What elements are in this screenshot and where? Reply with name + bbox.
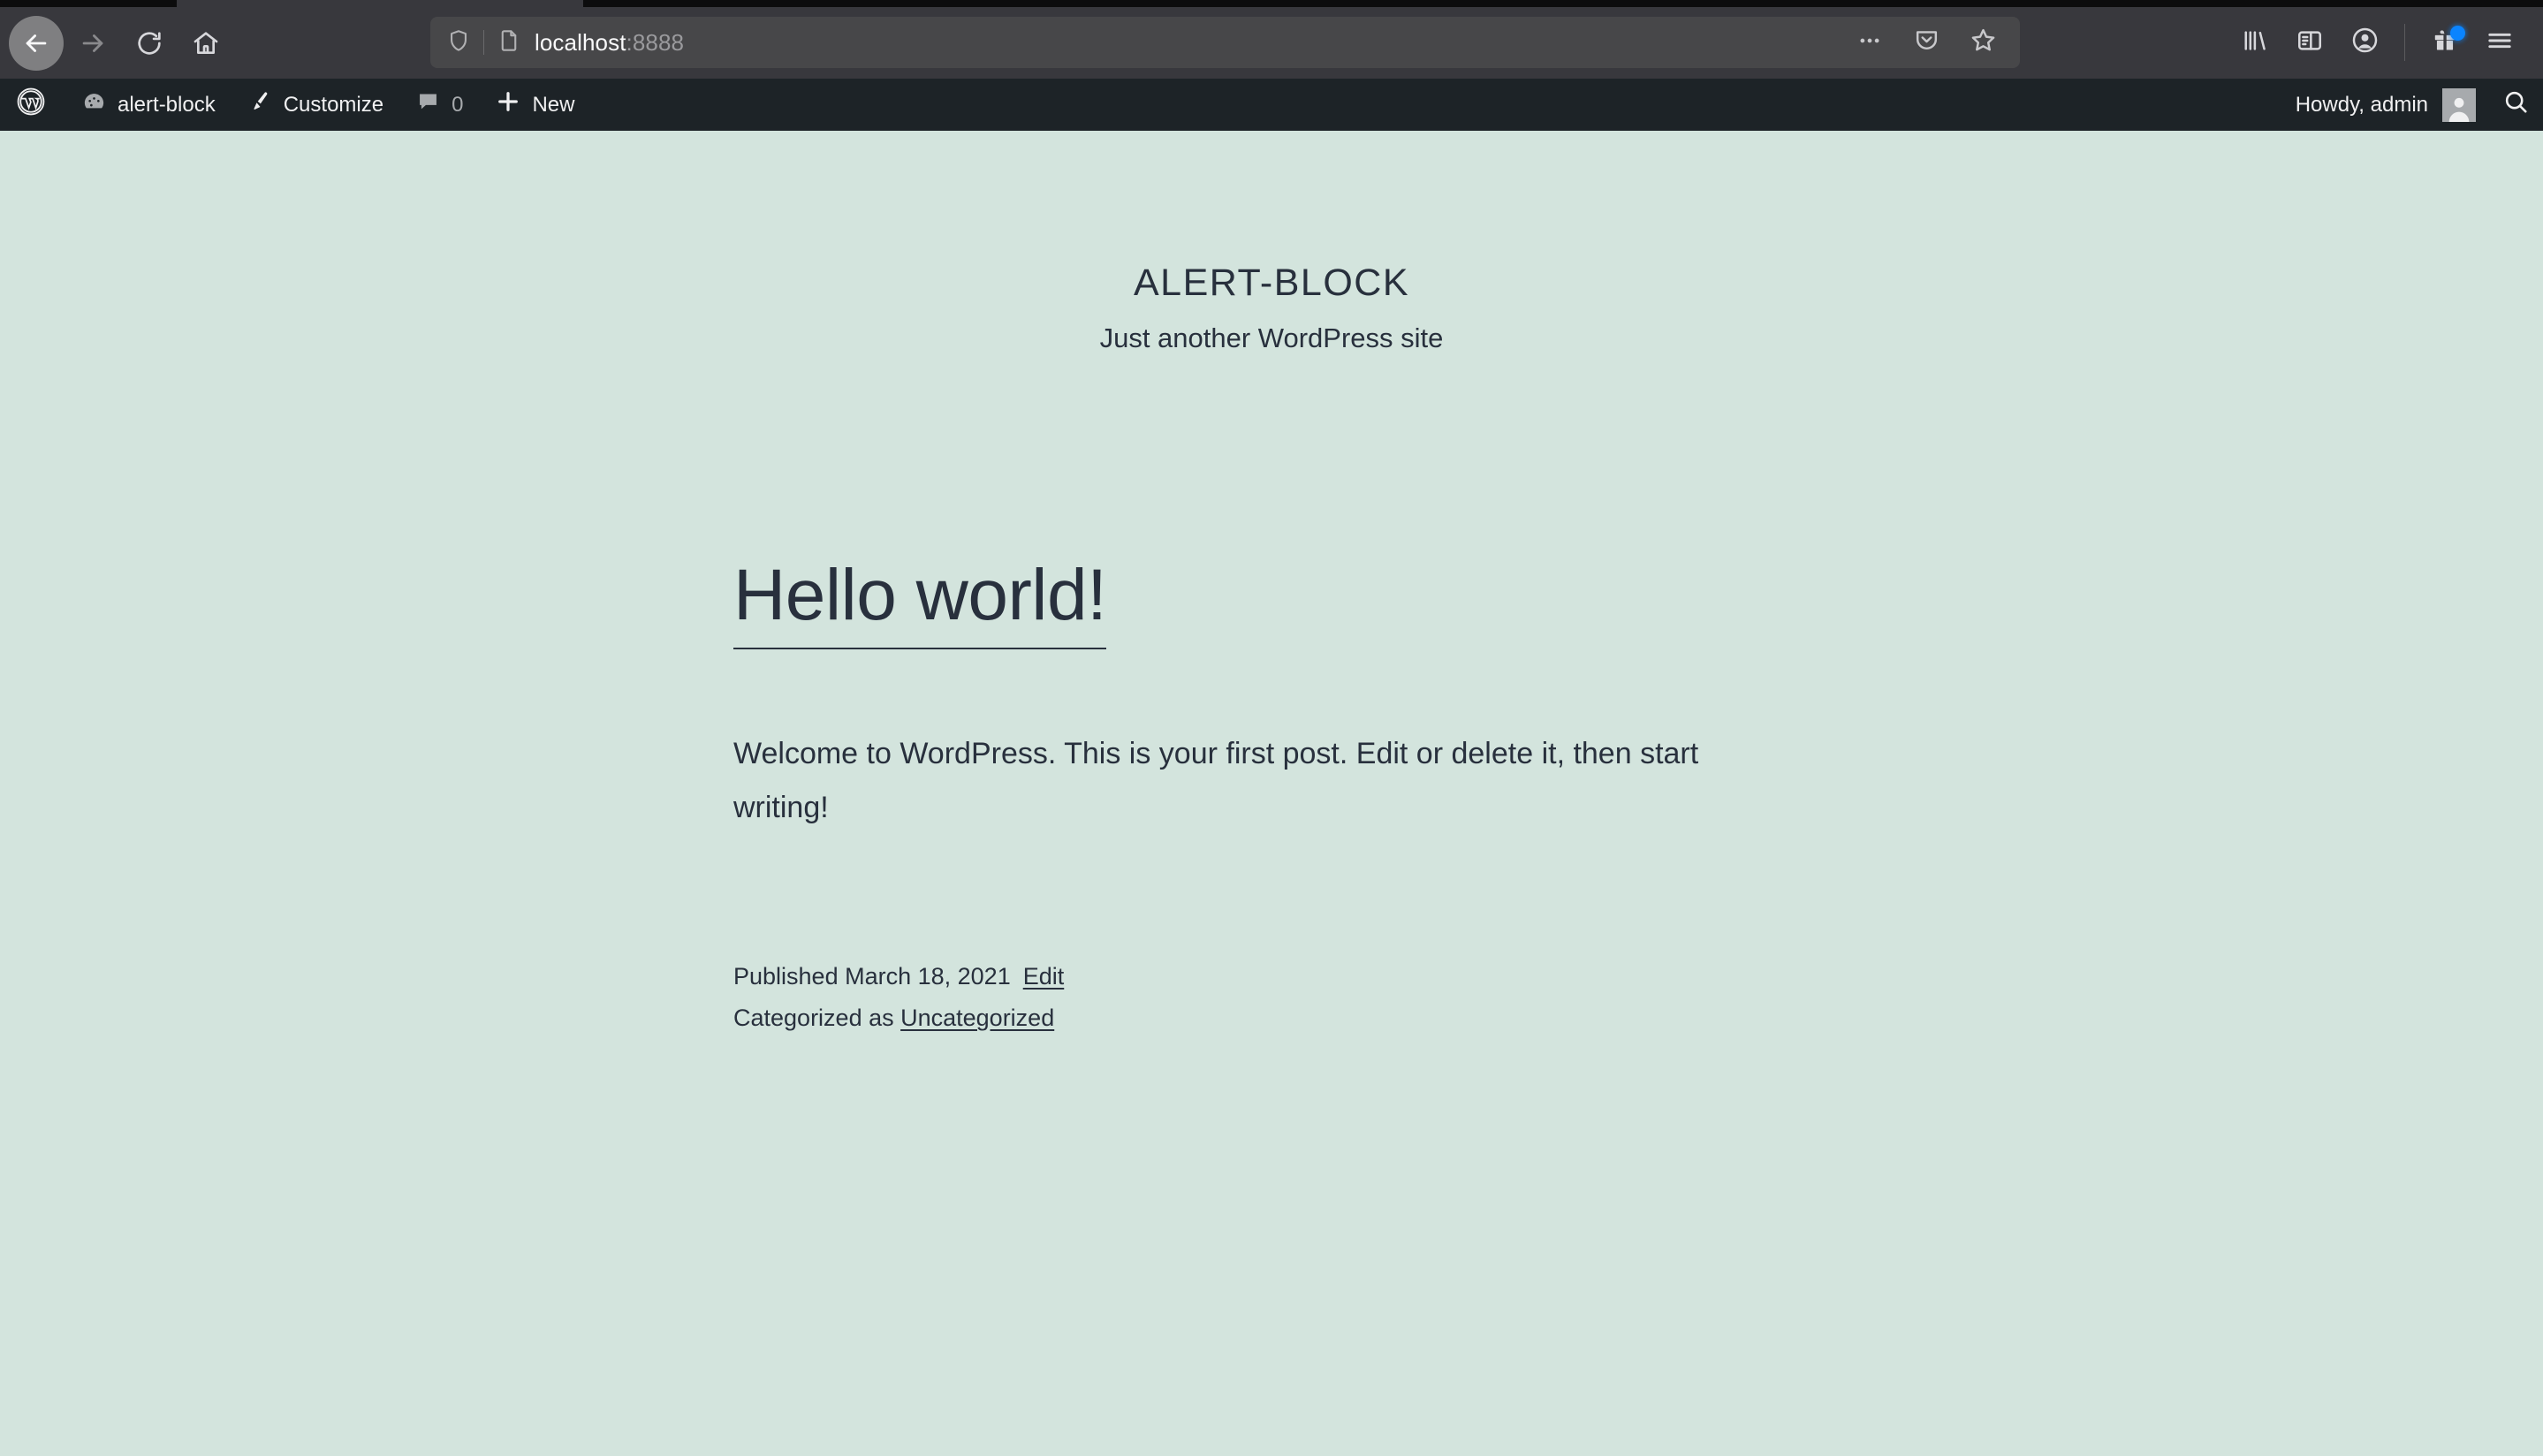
- url-bar[interactable]: localhost:8888: [430, 17, 2020, 68]
- home-button[interactable]: [178, 16, 233, 71]
- customize-label: Customize: [283, 92, 384, 117]
- account-avatar-icon: [2350, 26, 2380, 59]
- admin-bar-site-name[interactable]: alert-block: [65, 79, 232, 131]
- wp-logo-button[interactable]: [0, 79, 65, 131]
- forward-arrow-icon: [78, 28, 108, 58]
- url-port: :8888: [626, 28, 685, 56]
- comment-bubble-icon: [415, 89, 441, 121]
- home-icon: [192, 29, 220, 57]
- post-article: Hello world! Welcome to WordPress. This …: [0, 555, 2543, 1040]
- app-menu-button[interactable]: [2472, 17, 2527, 68]
- admin-bar-left: alert-block Customize 0 New: [0, 79, 590, 131]
- hamburger-menu-icon: [2486, 27, 2514, 59]
- wordpress-logo-icon: [16, 87, 46, 123]
- post-title-link[interactable]: Hello world!: [733, 555, 1107, 650]
- admin-bar-my-account[interactable]: Howdy, admin: [2280, 87, 2488, 122]
- toolbar-divider: [2404, 24, 2405, 61]
- browser-toolbar-right: [2228, 17, 2527, 68]
- browser-tab-strip: [0, 0, 2543, 7]
- admin-bar-search-button[interactable]: [2488, 79, 2543, 131]
- admin-bar-new[interactable]: New: [479, 79, 590, 131]
- library-button[interactable]: [2228, 17, 2282, 68]
- post-excerpt: Welcome to WordPress. This is your first…: [733, 737, 1699, 824]
- post-published-row: Published March 18, 2021 Edit: [733, 956, 2543, 997]
- pocket-icon: [1913, 27, 1940, 58]
- pocket-button[interactable]: [1907, 23, 1946, 62]
- url-bar-container: localhost:8888: [430, 17, 2020, 68]
- post-category-row: Categorized as Uncategorized: [733, 997, 2543, 1039]
- paintbrush-icon: [247, 89, 273, 121]
- site-header: ALERT-BLOCK Just another WordPress site: [0, 131, 2543, 354]
- site-name-label: alert-block: [118, 92, 216, 117]
- back-arrow-icon: [21, 28, 51, 58]
- url-text[interactable]: localhost:8888: [535, 29, 684, 57]
- navigation-buttons: [0, 15, 233, 71]
- site-tagline: Just another WordPress site: [1099, 322, 1444, 353]
- library-icon: [2241, 27, 2269, 59]
- post-edit-link[interactable]: Edit: [1023, 963, 1065, 990]
- site-title[interactable]: ALERT-BLOCK: [1134, 262, 1409, 305]
- url-bar-actions: [1850, 23, 2008, 62]
- shield-icon[interactable]: [446, 28, 471, 57]
- dashboard-gauge-icon: [81, 89, 107, 121]
- site-title-wrapper: ALERT-BLOCK: [0, 262, 2543, 305]
- gift-button[interactable]: [2418, 17, 2472, 68]
- star-icon: [1970, 27, 1997, 58]
- url-identity-box[interactable]: [446, 28, 521, 57]
- plus-icon: [495, 88, 521, 121]
- admin-bar-customize[interactable]: Customize: [232, 79, 399, 131]
- admin-bar-right: Howdy, admin: [2280, 79, 2543, 131]
- post-meta: Published March 18, 2021 Edit Categorized…: [733, 956, 2543, 1040]
- page-document-icon[interactable]: [497, 28, 521, 57]
- back-button[interactable]: [9, 15, 64, 71]
- new-label: New: [532, 92, 575, 117]
- identity-divider: [483, 30, 484, 55]
- tab-strip-right: [1873, 0, 2543, 7]
- browser-toolbar: localhost:8888: [0, 7, 2543, 79]
- sidebar-icon: [2296, 27, 2324, 59]
- post-category-link[interactable]: Uncategorized: [900, 1005, 1054, 1031]
- bookmark-button[interactable]: [1963, 23, 2002, 62]
- search-icon: [2502, 88, 2530, 122]
- wp-admin-bar: alert-block Customize 0 New Howdy, admin: [0, 79, 2543, 131]
- howdy-label: Howdy, admin: [2295, 92, 2428, 117]
- url-host: localhost: [535, 28, 626, 56]
- reload-icon: [135, 29, 163, 57]
- site-content: ALERT-BLOCK Just another WordPress site …: [0, 131, 2543, 1456]
- more-actions-button[interactable]: [1850, 23, 1889, 62]
- comments-count: 0: [452, 92, 464, 117]
- ellipsis-icon: [1856, 27, 1883, 58]
- avatar: [2442, 87, 2476, 122]
- account-button[interactable]: [2337, 17, 2392, 68]
- post-published-date: Published March 18, 2021: [733, 963, 1011, 990]
- sidebar-button[interactable]: [2282, 17, 2337, 68]
- reload-button[interactable]: [122, 16, 177, 71]
- categorized-prefix: Categorized as: [733, 1005, 901, 1032]
- admin-bar-comments[interactable]: 0: [399, 79, 479, 131]
- gift-notification-badge: [2450, 26, 2465, 41]
- active-tab[interactable]: [177, 0, 583, 7]
- forward-button[interactable]: [65, 16, 120, 71]
